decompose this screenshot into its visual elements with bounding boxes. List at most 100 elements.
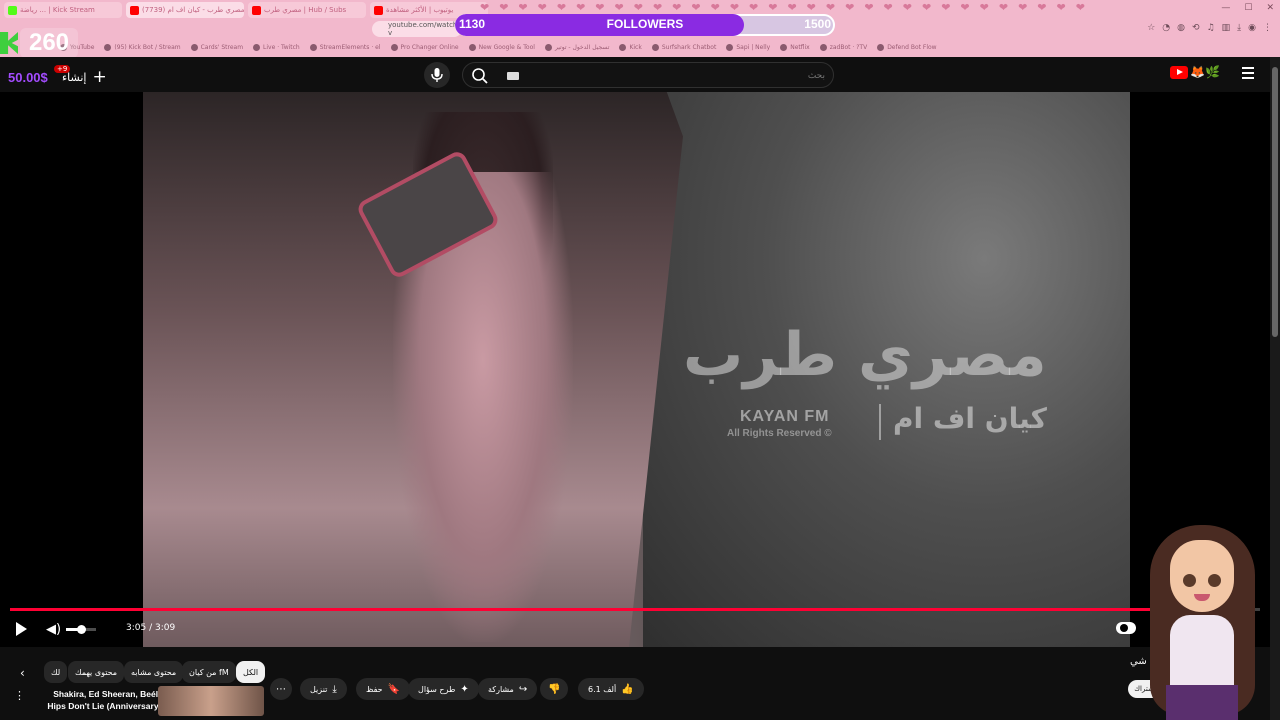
bookmark-item[interactable]: Netflix	[780, 44, 810, 51]
share-button[interactable]: مشاركة ↪	[478, 678, 538, 700]
save-button[interactable]: حفظ 🔖	[356, 678, 411, 700]
youtube-icon	[374, 5, 383, 15]
bookmark-icon	[651, 44, 659, 51]
more-vert-icon[interactable]: ⋮	[14, 689, 25, 702]
bookmark-item[interactable]: StreamElements · el	[309, 44, 381, 51]
voice-search-button[interactable]	[424, 62, 450, 88]
ask-button[interactable]: طرح سؤال ✦	[408, 678, 479, 700]
bookmark-icon	[253, 44, 261, 51]
kick-icon	[8, 5, 17, 15]
followers-current: 1130	[459, 17, 486, 31]
maximize-button[interactable]: ☐	[1244, 3, 1252, 13]
extension-icon[interactable]: ◍	[1177, 23, 1185, 33]
bookmark-item[interactable]: Defend Bot Flow	[877, 44, 937, 51]
chevron-left-icon[interactable]: ‹	[20, 666, 25, 680]
bookmark-icon	[726, 44, 734, 51]
bookmark-icon	[309, 44, 317, 51]
create-button[interactable]: إنشاء +	[62, 67, 107, 87]
address-bar[interactable]: youtube.com/watch?v	[372, 21, 462, 37]
menu-icon[interactable]: ⋮	[1263, 23, 1272, 33]
bookmark-icon	[819, 44, 827, 51]
youtube-logo-icon[interactable]	[1170, 66, 1188, 79]
watermark-rights: All Rights Reserved ©	[727, 428, 832, 439]
chip[interactable]: لك	[44, 661, 68, 683]
up-next-thumbnail[interactable]	[158, 686, 264, 716]
watermark-divider	[879, 404, 881, 440]
followers-label: FOLLOWERS	[606, 17, 684, 31]
dislike-button[interactable]: 👎	[540, 678, 569, 700]
keyboard-icon[interactable]	[507, 72, 519, 80]
bookmark-item[interactable]: Cards' Stream	[190, 44, 243, 51]
bookmark-icon	[190, 44, 198, 51]
download-button[interactable]: تنزيل ⤓	[300, 678, 347, 700]
search-box	[462, 62, 834, 88]
viewer-count: 260	[20, 28, 78, 58]
chip-active[interactable]: الكل	[236, 661, 266, 683]
player-controls: ◀) 3:05 / 3:09	[0, 616, 1270, 646]
bookmark-item[interactable]: Surfshark Chatbot	[651, 44, 716, 51]
autoplay-toggle[interactable]	[1116, 622, 1136, 634]
up-next-item[interactable]: ⋮ Shakira, Ed Sheeran, Beéle - Hips Don'…	[10, 684, 270, 716]
bookmark-item[interactable]: zadBot · ?TV	[819, 44, 867, 51]
bookmark-item[interactable]: Kick	[619, 44, 642, 51]
bookmark-item[interactable]: Pro Changer Online	[390, 44, 459, 51]
donation-amount: 50.00$	[8, 70, 48, 85]
extension-icon[interactable]: ◔	[1162, 23, 1170, 33]
profile-icon[interactable]: ◉	[1248, 23, 1256, 33]
downloads-icon[interactable]: ⤓	[1237, 23, 1241, 33]
play-button[interactable]	[16, 622, 27, 636]
share-icon: ↪	[518, 683, 528, 695]
avatar-eye	[1183, 574, 1196, 587]
bookmark-icon	[468, 44, 476, 51]
split-view-icon[interactable]: ▥	[1222, 23, 1231, 33]
scrollbar-thumb[interactable]	[1272, 67, 1278, 337]
create-label: إنشاء	[62, 70, 87, 84]
volume-knob[interactable]	[77, 625, 86, 634]
download-icon: ⤓	[332, 683, 337, 695]
watermark-brand-en: KAYAN FM	[740, 408, 830, 425]
extension-icon[interactable]: ⟲	[1192, 23, 1200, 33]
heart-pattern-decoration: ❤❤❤❤❤❤❤❤❤❤❤❤❤❤❤❤❤❤❤❤❤❤❤❤❤❤❤❤❤❤❤❤	[480, 1, 1095, 14]
video-player[interactable]: مصري طرب KAYAN FM كيان اف ام All Rights …	[0, 92, 1270, 647]
browser-tab[interactable]: رياضة ... | Kick Stream	[4, 2, 122, 18]
bookmark-icon	[619, 44, 627, 51]
bookmark-star-icon[interactable]: ☆	[1147, 23, 1155, 33]
streamer-avatar	[1140, 505, 1265, 720]
volume-icon[interactable]: ◀)	[46, 622, 61, 637]
bookmark-icon: 🔖	[387, 683, 401, 695]
extension-icon[interactable]: ♫	[1207, 23, 1215, 33]
bookmarks-bar: YouTube (95) Kick Bot / Stream Cards' St…	[60, 40, 1280, 55]
page-scrollbar[interactable]	[1270, 57, 1280, 720]
bookmark-icon	[104, 44, 112, 51]
bookmark-icon	[390, 44, 398, 51]
like-button[interactable]: 6.1 ألف 👍	[578, 678, 644, 700]
window-controls: — ☐ ✕	[1221, 3, 1274, 13]
close-window-button[interactable]: ✕	[1266, 3, 1274, 13]
chip[interactable]: محتوى مشابه	[124, 661, 184, 683]
chip[interactable]: محتوى يهمك	[68, 661, 125, 683]
bookmark-item[interactable]: New Google & Tool	[468, 44, 535, 51]
browser-tab[interactable]: مصري طرب | Hub / Subs	[248, 2, 366, 18]
chip[interactable]: من كيان fM	[182, 661, 236, 683]
progress-bar[interactable]	[10, 608, 1260, 611]
more-actions-button[interactable]: ⋯	[270, 678, 292, 700]
bookmark-item[interactable]: Live · Twitch	[253, 44, 300, 51]
hamburger-menu-icon[interactable]	[1242, 67, 1254, 82]
youtube-header: 50.00$ +9 إنشاء + 🦊🌿	[0, 57, 1280, 92]
up-next-title[interactable]: Shakira, Ed Sheeran, Beéle - Hips Don't …	[40, 688, 168, 712]
search-input[interactable]	[545, 66, 825, 84]
video-frame[interactable]: مصري طرب KAYAN FM كيان اف ام All Rights …	[143, 92, 1130, 647]
volume-slider[interactable]	[66, 625, 96, 634]
minimize-button[interactable]: —	[1221, 3, 1230, 13]
search-icon[interactable]	[471, 67, 489, 85]
avatar-mouth	[1194, 594, 1210, 601]
followers-goal: 1500	[804, 17, 831, 31]
bookmark-item[interactable]: تسجيل الدخول - توتير	[544, 44, 609, 51]
watermark-title: مصري طرب	[683, 320, 1047, 390]
bookmark-item[interactable]: (95) Kick Bot / Stream	[104, 44, 181, 51]
thumbs-down-icon: 👎	[548, 683, 561, 695]
bookmark-item[interactable]: Sapi | Nelly	[726, 44, 770, 51]
avatar-skirt	[1166, 685, 1238, 720]
browser-tab-active[interactable]: (7739) مصري طرب - كيان اف ام	[126, 2, 244, 18]
sticker-decoration-icon: 🦊🌿	[1190, 65, 1220, 79]
